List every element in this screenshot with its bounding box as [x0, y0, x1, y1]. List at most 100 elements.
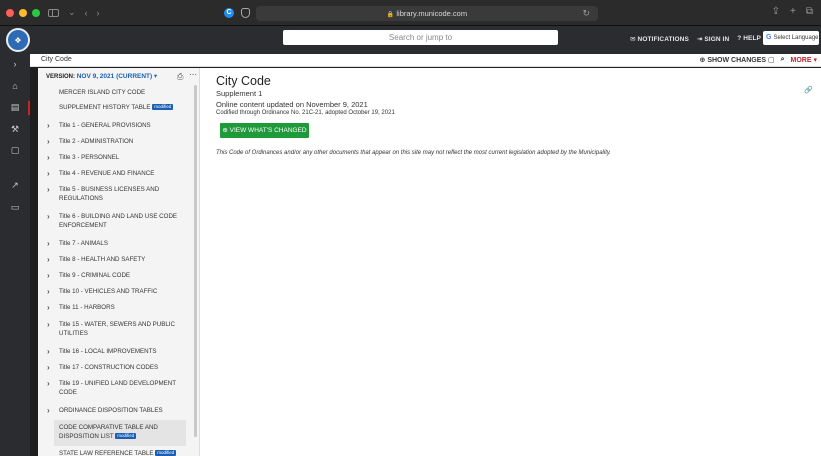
link-icon[interactable]: 🔗 [804, 86, 813, 94]
chevron-right-icon[interactable]: › [47, 121, 50, 130]
forward-icon[interactable]: › [97, 8, 100, 18]
gavel-icon[interactable]: ⚒ [9, 123, 21, 135]
modified-badge: modified [155, 450, 177, 456]
search-in-code-icon[interactable]: ⌕ [781, 56, 785, 64]
modified-badge: modified [152, 104, 174, 110]
toc-item-label: Title 7 - ANIMALS [59, 240, 108, 247]
toc-item-label: MERCER ISLAND CITY CODE [59, 89, 146, 96]
language-select[interactable]: G Select Language [763, 31, 819, 45]
more-label: MORE [790, 57, 812, 64]
back-icon[interactable]: ‹ [85, 8, 88, 18]
toc-item-label: STATE LAW REFERENCE TABLE modified [59, 450, 177, 456]
more-options-icon[interactable]: ⋯ [189, 70, 197, 79]
print-icon[interactable]: ⎙ [177, 72, 183, 82]
page-title: City Code [216, 74, 271, 88]
tab-overview-icon[interactable]: ⧉ [806, 6, 813, 17]
view-whats-changed-button[interactable]: ⊕ VIEW WHAT'S CHANGED [220, 123, 309, 138]
toc-item-label: Title 6 - BUILDING AND LAND USE CODE ENF… [59, 213, 178, 229]
toc-item-label: Title 5 - BUSINESS LICENSES AND REGULATI… [59, 186, 160, 202]
chevron-right-icon[interactable]: › [47, 320, 50, 329]
toc-item-label: Title 11 - HARBORS [59, 304, 115, 311]
disclaimer-text: This Code of Ordinances and/or any other… [216, 150, 612, 156]
toc-item-label: Title 8 - HEALTH AND SAFETY [59, 256, 146, 263]
supplement-label: Supplement 1 [216, 89, 263, 98]
sign-in-label: SIGN IN [704, 36, 730, 43]
close-window-button[interactable] [6, 8, 14, 17]
url-text: library.municode.com [396, 9, 468, 18]
view-changes-label: VIEW WHAT'S CHANGED [229, 127, 307, 134]
new-tab-icon[interactable]: + [790, 6, 796, 17]
browser-toolbar: ⌄ ‹ › C 🔒 library.municode.com ↻ ⇪ + ⧉ [0, 0, 821, 26]
show-changes-label: SHOW CHANGES [707, 57, 767, 64]
address-bar[interactable]: 🔒 library.municode.com ↻ [256, 6, 598, 21]
lock-icon: 🔒 [386, 12, 395, 18]
toc-item-label: ORDINANCE DISPOSITION TABLES [59, 407, 163, 414]
version-value: NOV 9, 2021 (CURRENT) [76, 73, 153, 80]
toc-item-label: Title 17 - CONSTRUCTION CODES [59, 364, 159, 371]
chevron-right-icon[interactable]: › [47, 287, 50, 296]
help-label: HELP [743, 35, 761, 42]
notifications-link[interactable]: ✉ NOTIFICATIONS [630, 35, 689, 43]
toc-item-label: Title 4 - REVENUE AND FINANCE [59, 170, 155, 177]
site-header: ❖ Search or jump to ✉ NOTIFICATIONS ⇥ SI… [0, 26, 821, 54]
chevron-right-icon[interactable]: › [47, 347, 50, 356]
chevron-right-icon[interactable]: › [47, 153, 50, 162]
chevron-right-icon[interactable]: › [47, 137, 50, 146]
minimize-window-button[interactable] [19, 8, 27, 17]
toc-item-label: Title 1 - GENERAL PROVISIONS [59, 122, 151, 129]
window-controls [6, 8, 40, 17]
zoom-window-button[interactable] [32, 8, 40, 17]
home-icon[interactable]: ⌂ [9, 80, 21, 92]
toc-item-label: Title 9 - CRIMINAL CODE [59, 272, 131, 279]
updated-label: Online content updated on November 9, 20… [216, 100, 368, 109]
chevron-right-icon[interactable]: › [47, 255, 50, 264]
toc-item-label: Title 15 - WATER, SEWERS AND PUBLIC UTIL… [59, 321, 175, 337]
active-indicator [28, 101, 30, 115]
sidebar-toggle-icon[interactable] [48, 8, 59, 17]
modified-badge: modified [115, 433, 137, 439]
shield-icon[interactable] [241, 8, 250, 18]
toc-item-label: Title 10 - VEHICLES AND TRAFFIC [59, 288, 158, 295]
share-icon[interactable]: ⇪ [772, 6, 780, 17]
breadcrumb: City Code ⊕ SHOW CHANGES ▢ ⌕ MORE ▾ [30, 54, 821, 67]
toc-item-label: CODE COMPARATIVE TABLE AND DISPOSITION L… [59, 424, 158, 440]
notifications-label: NOTIFICATIONS [637, 36, 689, 43]
document-icon[interactable]: ▢ [9, 144, 21, 156]
city-seal-logo[interactable]: ❖ [6, 28, 30, 52]
version-selector[interactable]: VERSION: NOV 9, 2021 (CURRENT) ▾ [46, 72, 157, 80]
chevron-right-icon[interactable]: › [47, 239, 50, 248]
chevron-right-icon[interactable]: › [9, 58, 21, 70]
toc-item-label: Title 3 - PERSONNEL [59, 154, 120, 161]
chevron-right-icon[interactable]: › [47, 379, 50, 388]
chevron-right-icon[interactable]: › [47, 406, 50, 415]
chevron-right-icon[interactable]: › [47, 169, 50, 178]
help-link[interactable]: ? HELP [737, 35, 761, 43]
more-menu-button[interactable]: MORE ▾ [791, 56, 817, 64]
toc-item-label: Title 16 - LOCAL IMPROVEMENTS [59, 348, 157, 355]
toc-item-label: Title 19 - UNIFIED LAND DEVELOPMENT CODE [59, 380, 176, 396]
toc-item-label: Title 2 - ADMINISTRATION [59, 138, 134, 145]
chevron-right-icon[interactable]: › [47, 303, 50, 312]
breadcrumb-city-code[interactable]: City Code [41, 56, 72, 63]
toc-scrollbar[interactable] [194, 85, 197, 437]
table-of-contents: VERSION: NOV 9, 2021 (CURRENT) ▾ ⎙ ⋯ MER… [38, 68, 200, 456]
main-content: City Code Supplement 1 Online content up… [200, 68, 821, 456]
codes-icon[interactable]: ▤ [9, 101, 21, 113]
chevron-right-icon[interactable]: › [47, 185, 50, 194]
google-icon: G [766, 34, 772, 41]
codified-label: Codified through Ordinance No. 21C-21, a… [216, 110, 395, 116]
inbox-icon[interactable]: ▭ [9, 201, 21, 213]
chevron-right-icon[interactable]: › [47, 271, 50, 280]
reload-icon[interactable]: ↻ [582, 6, 590, 21]
language-label: Select Language [773, 35, 819, 41]
chevron-right-icon[interactable]: › [47, 363, 50, 372]
search-input[interactable]: Search or jump to [283, 30, 558, 45]
extension-icon[interactable]: C [224, 8, 234, 18]
version-label: VERSION: [46, 74, 76, 80]
chevron-right-icon[interactable]: › [47, 212, 50, 221]
chevron-down-icon[interactable]: ⌄ [68, 7, 76, 18]
sign-in-link[interactable]: ⇥ SIGN IN [697, 35, 729, 43]
external-link-icon[interactable]: ↗ [9, 179, 21, 191]
toc-item-label: SUPPLEMENT HISTORY TABLE modified [59, 104, 174, 111]
show-changes-toggle[interactable]: ⊕ SHOW CHANGES ▢ [700, 56, 775, 64]
